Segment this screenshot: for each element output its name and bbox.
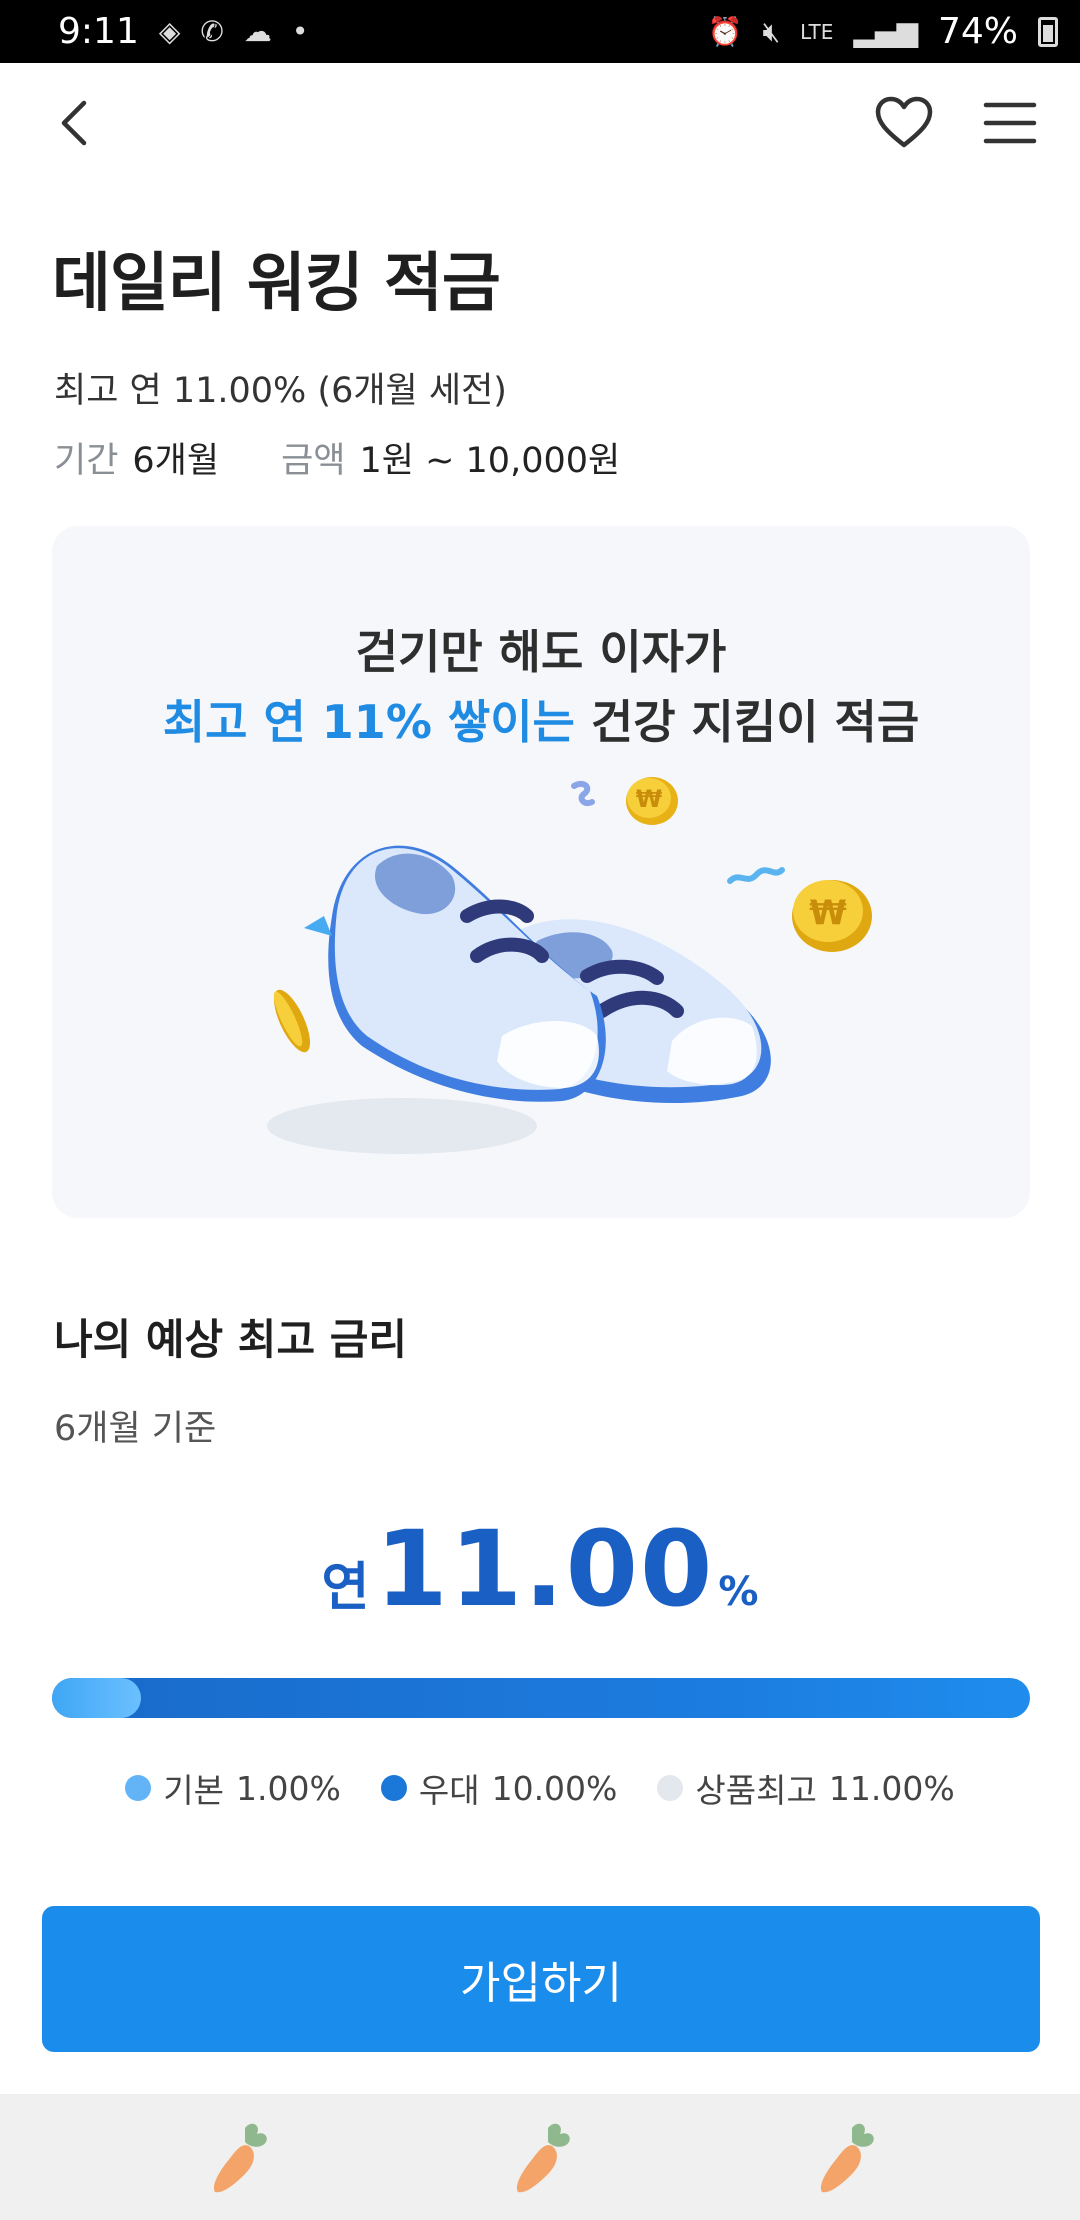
battery-percent: 74% — [937, 11, 1018, 52]
legend-item-max: 상품최고 11.00% — [657, 1764, 955, 1812]
volte-icon: ✆ — [200, 15, 224, 48]
legend-label: 우대 — [418, 1771, 480, 1810]
amount-value: 1원 ~ 10,000원 — [359, 441, 621, 481]
confetti-icon — [304, 916, 332, 936]
max-rate-display: 연11.00% — [0, 1508, 1080, 1630]
alarm-icon: ⏰ — [707, 15, 743, 48]
amount-label: 금액 — [281, 441, 346, 481]
dot-icon: • — [291, 15, 309, 48]
nav-bar — [0, 63, 1080, 183]
rate-progress-bar — [52, 1678, 1030, 1718]
legend-value: 10.00% — [491, 1768, 618, 1808]
network-type: LTE — [800, 19, 834, 44]
rate-unit: % — [718, 1569, 759, 1615]
rate-prefix: 연 — [321, 1558, 370, 1618]
coin-icon: ₩ — [626, 777, 678, 825]
banner-rest: 건강 지킴이 적금 — [574, 695, 920, 749]
hamburger-menu-icon — [983, 102, 1037, 144]
banner-headline-2: 최고 연 11% 쌓이는 건강 지킴이 적금 — [52, 686, 1030, 752]
promo-banner: 걷기만 해도 이자가 최고 연 11% 쌓이는 건강 지킴이 적금 ₩ ₩ — [52, 526, 1030, 1218]
product-meta: 기간 6개월 금액 1원 ~ 10,000원 — [54, 432, 668, 483]
legend-dot — [657, 1775, 684, 1801]
carrot-icon[interactable] — [508, 2120, 578, 2200]
rate-basis: 6개월 기준 — [54, 1409, 217, 1449]
legend-dot — [380, 1775, 407, 1801]
shoe-icon — [328, 845, 606, 1102]
carrot-icon[interactable] — [812, 2120, 882, 2200]
rate-value: 11.00 — [375, 1508, 715, 1630]
page-title: 데일리 워킹 적금 — [52, 247, 501, 321]
legend-item-preferential: 우대 10.00% — [380, 1764, 618, 1812]
rate-legend: 기본 1.00% 우대 10.00% 상품최고 11.00% — [0, 1764, 1080, 1812]
legend-value: 11.00% — [828, 1768, 955, 1808]
confetti-icon — [727, 867, 785, 884]
carrot-icon[interactable] — [205, 2120, 275, 2200]
join-button[interactable]: 가입하기 — [42, 1906, 1040, 2052]
svg-text:₩: ₩ — [636, 785, 663, 813]
period-value: 6개월 — [132, 441, 220, 481]
back-arrow-icon — [61, 100, 87, 146]
status-left: 9:11 ◈ ✆ ☁ • — [58, 11, 308, 52]
banner-headline-1: 걷기만 해도 이자가 — [355, 625, 727, 679]
bottom-bar — [0, 2094, 1080, 2220]
pill-icon: ◈ — [158, 15, 181, 48]
confetti-icon — [571, 780, 595, 806]
status-time: 9:11 — [58, 11, 139, 52]
period-label: 기간 — [54, 441, 119, 481]
legend-item-base: 기본 1.00% — [125, 1764, 341, 1812]
legend-value: 1.00% — [236, 1768, 341, 1808]
legend-label: 기본 — [163, 1771, 224, 1810]
shoes-coins-illustration: ₩ ₩ — [267, 777, 872, 1154]
signal-icon: ▂▄▆ — [853, 15, 918, 48]
base-rate-fill — [52, 1678, 141, 1718]
rate-section-title: 나의 예상 최고 금리 — [54, 1315, 407, 1364]
favorite-button[interactable] — [872, 91, 936, 155]
back-button[interactable] — [48, 93, 108, 153]
battery-icon — [1038, 16, 1058, 47]
cloud-icon: ☁ — [243, 15, 272, 48]
svg-text:₩: ₩ — [809, 893, 847, 933]
status-right: ⏰ 🔇︎ LTE ▂▄▆ 74% — [708, 11, 1058, 52]
product-subtitle: 최고 연 11.00% (6개월 세전) — [54, 371, 507, 411]
legend-label: 상품최고 — [695, 1771, 817, 1810]
legend-dot — [125, 1775, 152, 1801]
mute-icon: 🔇︎ — [762, 14, 781, 48]
coin-icon — [273, 989, 311, 1053]
status-bar: 9:11 ◈ ✆ ☁ • ⏰ 🔇︎ LTE ▂▄▆ 74% — [0, 0, 1080, 63]
menu-button[interactable] — [980, 91, 1040, 155]
coin-icon: ₩ — [792, 880, 872, 952]
banner-highlight: 최고 연 11% 쌓이는 — [162, 695, 575, 749]
heart-icon — [875, 96, 933, 148]
